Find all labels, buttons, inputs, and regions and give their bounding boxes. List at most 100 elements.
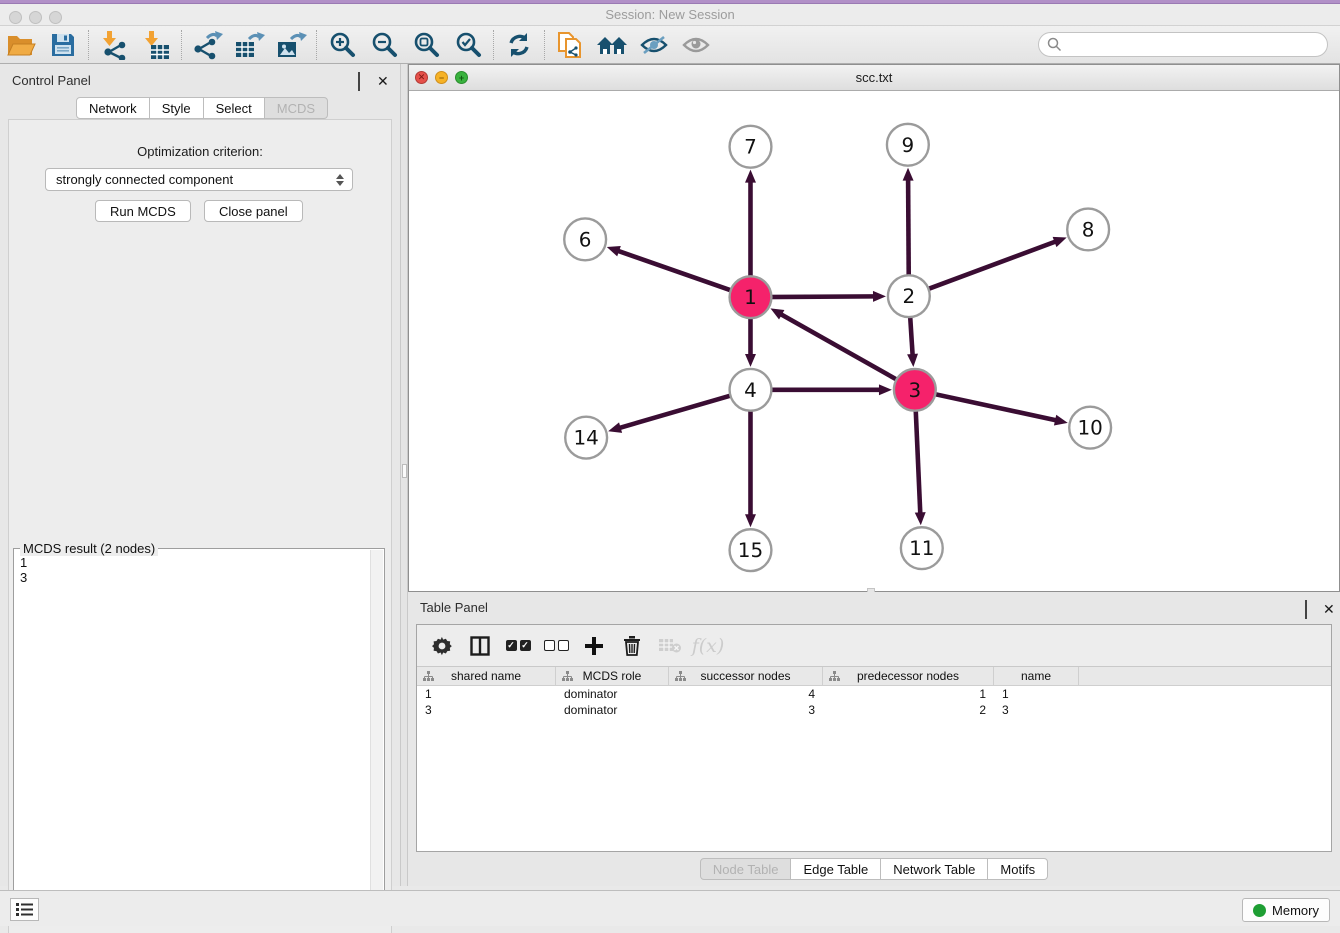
graph-node-3[interactable]: 3 <box>894 369 936 411</box>
zoom-in-button[interactable] <box>321 28 363 62</box>
network-canvas[interactable]: 7 9 6 8 1 2 4 3 14 10 15 11 <box>409 91 1339 591</box>
network-view-window: ✕ − + scc.txt 7 9 6 8 1 2 4 3 14 10 15 11 <box>408 64 1340 592</box>
cell[interactable]: 1 <box>823 686 994 702</box>
tab-network[interactable]: Network <box>76 97 150 119</box>
export-table-button[interactable] <box>228 28 270 62</box>
cell[interactable]: 1 <box>994 686 1079 702</box>
minimize-view-button[interactable]: − <box>435 71 448 84</box>
graph-edge-3-1[interactable] <box>780 314 915 390</box>
tab-mcds[interactable]: MCDS <box>265 97 328 119</box>
add-column-button[interactable] <box>577 629 611 663</box>
column-header-predecessor-nodes[interactable]: predecessor nodes <box>823 667 994 685</box>
graph-node-15[interactable]: 15 <box>730 529 772 571</box>
export-network-button[interactable] <box>186 28 228 62</box>
close-panel-icon[interactable]: ✕ <box>377 73 390 86</box>
graph-arrowhead-4-14 <box>608 422 622 433</box>
zoom-selected-button[interactable] <box>447 28 489 62</box>
show-columns-button[interactable] <box>463 629 497 663</box>
copy-style-button[interactable] <box>549 28 591 62</box>
cell[interactable]: 1 <box>417 686 556 702</box>
panel-splitter[interactable] <box>400 64 408 886</box>
memory-button[interactable]: Memory <box>1242 898 1330 922</box>
graph-node-6[interactable]: 6 <box>564 218 606 260</box>
tab-network-table[interactable]: Network Table <box>881 858 988 880</box>
svg-text:9: 9 <box>902 134 915 157</box>
svg-text:15: 15 <box>738 539 763 562</box>
tab-select[interactable]: Select <box>204 97 265 119</box>
float-panel-icon[interactable] <box>358 73 371 86</box>
open-session-button[interactable] <box>0 28 42 62</box>
network-graph: 7 9 6 8 1 2 4 3 14 10 15 11 <box>409 91 1339 591</box>
deselect-all-button[interactable] <box>539 629 573 663</box>
close-table-panel-icon[interactable]: ✕ <box>1323 601 1336 614</box>
table-row-2[interactable]: 3dominator323 <box>417 702 1331 718</box>
run-mcds-button[interactable]: Run MCDS <box>95 200 191 222</box>
hide-graphics-button[interactable] <box>633 28 675 62</box>
column-header-successor-nodes[interactable]: successor nodes <box>669 667 823 685</box>
tab-edge-table[interactable]: Edge Table <box>791 858 881 880</box>
column-header-MCDS-role[interactable]: MCDS role <box>556 667 669 685</box>
cell[interactable]: dominator <box>556 686 669 702</box>
import-table-button[interactable] <box>135 28 177 62</box>
graph-node-4[interactable]: 4 <box>730 369 772 411</box>
home-view-button[interactable] <box>591 28 633 62</box>
close-view-button[interactable]: ✕ <box>415 71 428 84</box>
close-window-button[interactable] <box>9 11 22 24</box>
cell[interactable]: 3 <box>669 702 823 718</box>
tab-style[interactable]: Style <box>150 97 204 119</box>
table-settings-button[interactable] <box>425 629 459 663</box>
cell[interactable]: 2 <box>823 702 994 718</box>
cell[interactable]: 3 <box>994 702 1079 718</box>
show-graphics-button[interactable] <box>675 28 717 62</box>
cell[interactable]: dominator <box>556 702 669 718</box>
table-row-1[interactable]: 1dominator411 <box>417 686 1331 702</box>
svg-text:4: 4 <box>744 379 757 402</box>
graph-node-1[interactable]: 1 <box>730 276 772 318</box>
maximize-view-button[interactable]: + <box>455 71 468 84</box>
import-network-button[interactable] <box>93 28 135 62</box>
graph-node-7[interactable]: 7 <box>730 126 772 168</box>
graph-arrowhead-1-7 <box>745 170 756 183</box>
cell[interactable]: 4 <box>669 686 823 702</box>
criterion-dropdown[interactable]: strongly connected component <box>45 168 353 191</box>
tab-motifs[interactable]: Motifs <box>988 858 1048 880</box>
svg-text:10: 10 <box>1077 417 1102 440</box>
search-input[interactable] <box>1038 32 1328 57</box>
graph-node-2[interactable]: 2 <box>888 275 930 317</box>
column-tree-icon <box>562 671 573 682</box>
zoom-out-button[interactable] <box>363 28 405 62</box>
graph-node-11[interactable]: 11 <box>901 527 943 569</box>
delete-table-button[interactable] <box>653 629 687 663</box>
zoom-fit-icon <box>412 31 440 59</box>
export-image-button[interactable] <box>270 28 312 62</box>
show-panel-list-button[interactable] <box>10 898 39 921</box>
minimize-window-button[interactable] <box>29 11 42 24</box>
delete-table-icon <box>658 637 682 655</box>
mcds-result-list[interactable]: 1 3 <box>14 553 370 921</box>
column-header-name[interactable]: name <box>994 667 1079 685</box>
network-window-titlebar[interactable]: ✕ − + scc.txt <box>409 65 1339 91</box>
zoom-fit-button[interactable] <box>405 28 447 62</box>
splitter-knob[interactable] <box>402 464 407 478</box>
zoom-window-button[interactable] <box>49 11 62 24</box>
save-session-button[interactable] <box>42 28 84 62</box>
result-scrollbar[interactable] <box>370 550 383 924</box>
graph-node-8[interactable]: 8 <box>1067 209 1109 251</box>
cell[interactable]: 3 <box>417 702 556 718</box>
function-builder-button[interactable]: f(x) <box>691 629 725 663</box>
graph-node-10[interactable]: 10 <box>1069 407 1111 449</box>
column-header-shared-name[interactable]: shared name <box>417 667 556 685</box>
app-titlebar: Session: New Session <box>0 4 1340 26</box>
apply-layout-button[interactable] <box>498 28 540 62</box>
select-all-button[interactable]: ✓✓ <box>501 629 535 663</box>
delete-column-button[interactable] <box>615 629 649 663</box>
graph-edge-2-8[interactable] <box>909 241 1057 296</box>
control-panel-tabs: NetworkStyleSelectMCDS <box>76 97 328 119</box>
close-panel-button[interactable]: Close panel <box>204 200 303 222</box>
graph-node-9[interactable]: 9 <box>887 124 929 166</box>
graph-node-14[interactable]: 14 <box>565 417 607 459</box>
dropdown-stepper-icon <box>336 174 344 186</box>
tab-node-table[interactable]: Node Table <box>700 858 792 880</box>
float-table-panel-icon[interactable] <box>1305 601 1318 614</box>
trash-icon <box>623 635 641 656</box>
